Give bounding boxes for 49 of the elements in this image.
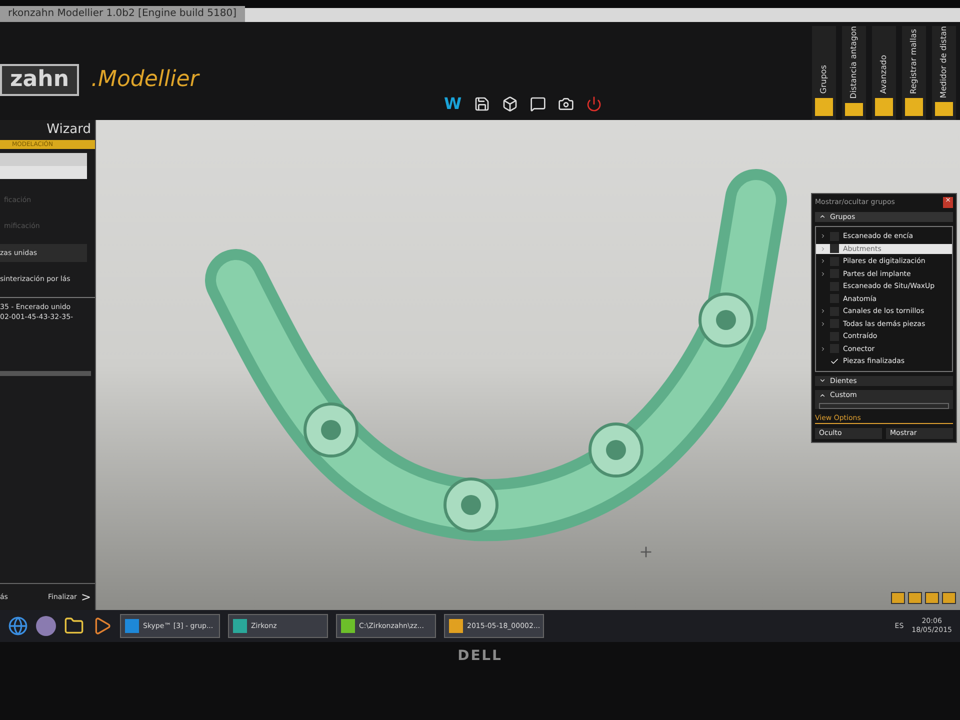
side-tab[interactable]: Medidor de distan: [932, 26, 956, 120]
wizard-title: Wizard: [46, 121, 92, 139]
collapse-icon[interactable]: [819, 213, 826, 220]
power-icon[interactable]: [586, 96, 602, 112]
view-icon[interactable]: [925, 592, 939, 604]
cube-icon[interactable]: [502, 96, 518, 112]
save-icon[interactable]: [474, 96, 490, 112]
view-icon[interactable]: [942, 592, 956, 604]
app-icon[interactable]: [36, 616, 56, 636]
expand-icon[interactable]: [820, 346, 826, 352]
wizard-toolbar-button[interactable]: W: [444, 92, 462, 116]
chat-icon[interactable]: [530, 96, 546, 112]
side-tab[interactable]: Distancia antagon: [842, 26, 866, 120]
side-tab-label: Medidor de distan: [938, 26, 949, 98]
expand-icon[interactable]: [820, 233, 826, 240]
collapse-icon[interactable]: [819, 392, 826, 399]
monitor-brand: DELL: [458, 647, 502, 666]
expand-icon[interactable]: [820, 270, 826, 277]
tab-icon: [935, 102, 953, 116]
viewport[interactable]: [96, 120, 960, 610]
input-field[interactable]: [0, 152, 87, 166]
scrollbar[interactable]: [0, 370, 91, 376]
side-tab-label: Grupos: [818, 65, 829, 94]
side-tab[interactable]: Registrar mallas: [902, 26, 926, 120]
side-tab-label: Registrar mallas: [908, 29, 919, 94]
camera-icon[interactable]: [558, 96, 574, 112]
expand-icon[interactable]: [820, 308, 826, 314]
side-tab-label: Distancia antagon: [848, 26, 859, 99]
input-field[interactable]: [0, 166, 87, 178]
tab-icon: [815, 98, 833, 116]
expand-icon[interactable]: [819, 377, 826, 384]
expand-icon[interactable]: [820, 320, 826, 327]
logo: zahn: [0, 64, 79, 96]
checkbox[interactable]: [830, 244, 839, 254]
side-tab[interactable]: Grupos: [812, 26, 836, 120]
expand-icon[interactable]: [820, 258, 826, 264]
app-name: .Modellier: [90, 66, 199, 94]
view-icon[interactable]: [908, 592, 922, 604]
window-title: rkonzahn Modellier 1.0b2 [Engine build 5180]: [0, 6, 245, 22]
side-tab-label: Avanzado: [878, 55, 889, 94]
tab-icon: [905, 98, 923, 116]
browser-icon[interactable]: [8, 616, 28, 636]
folder-icon[interactable]: [64, 616, 84, 636]
view-icon[interactable]: [891, 592, 905, 604]
side-tab[interactable]: Avanzado: [872, 26, 896, 120]
checkbox[interactable]: [830, 356, 839, 366]
tab-icon: [845, 102, 863, 116]
tab-icon: [875, 98, 893, 116]
crosshair-icon: [638, 544, 654, 560]
